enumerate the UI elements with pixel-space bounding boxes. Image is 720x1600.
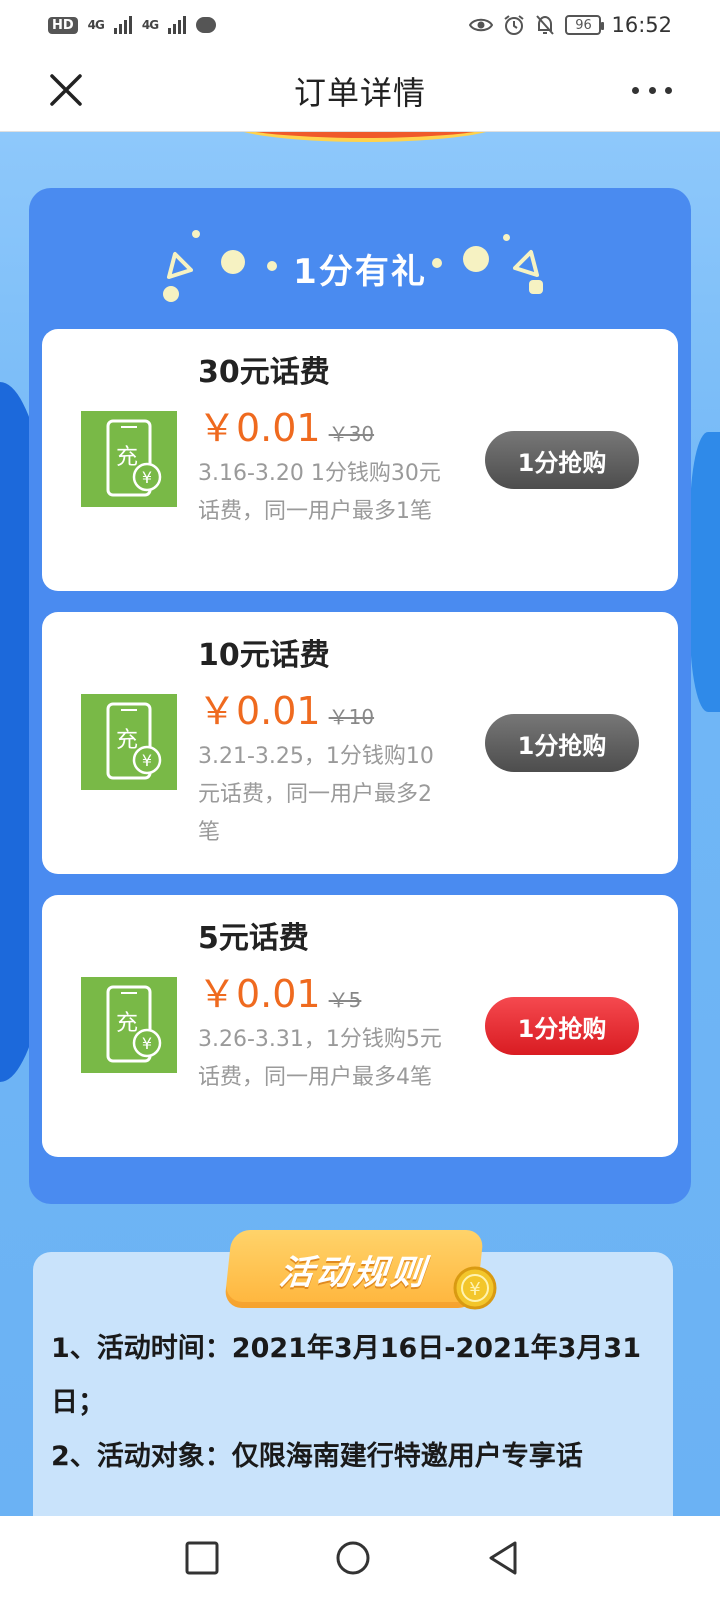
dot-decoration: [463, 246, 489, 272]
promo-panel: 1分有礼 ¥ 充 30元话费 ￥0.01 ￥30 3.16-3.20 1分钱购3…: [29, 188, 691, 1204]
signal-icon: [168, 16, 187, 34]
svg-text:充: 充: [116, 1011, 138, 1036]
home-icon[interactable]: [335, 1540, 371, 1576]
triangle-decoration-icon: [167, 252, 193, 279]
svg-text:¥: ¥: [142, 1034, 152, 1053]
clock: 16:52: [611, 13, 672, 37]
alarm-icon: [504, 15, 525, 35]
offer-original-price: ￥5: [328, 988, 362, 1012]
offer-price: ￥0.01: [198, 972, 321, 1016]
promo-title: 1分有礼: [293, 251, 427, 292]
svg-text:¥: ¥: [142, 751, 152, 770]
phone-recharge-icon: ¥ 充: [81, 694, 177, 790]
system-nav-bar: [0, 1516, 720, 1600]
more-icon[interactable]: [632, 78, 672, 102]
hd-icon: HD: [48, 16, 78, 34]
page-title: 订单详情: [293, 73, 426, 112]
svg-text:¥: ¥: [469, 1279, 480, 1300]
status-left: HD 4G 4G: [48, 16, 217, 34]
svg-text:充: 充: [116, 445, 138, 470]
offer-original-price: ￥30: [328, 422, 375, 446]
offer-card: ¥ 充 30元话费 ￥0.01 ￥30 3.16-3.20 1分钱购30元话费，…: [42, 329, 678, 591]
svg-text:充: 充: [116, 728, 138, 753]
back-icon[interactable]: [485, 1540, 521, 1576]
offer-card: ¥ 充 10元话费 ￥0.01 ￥10 3.21-3.25，1分钱购10元话费，…: [42, 612, 678, 874]
signal-label-2: 4G: [141, 18, 159, 32]
rule-line: 1、活动时间：2021年3月16日-2021年3月31日；: [51, 1333, 642, 1418]
status-right: 96 16:52: [469, 13, 672, 37]
triangle-decoration-icon: [513, 250, 539, 277]
signal-label-1: 4G: [87, 18, 105, 32]
signal-icon: [113, 16, 132, 34]
background-decoration: [690, 432, 720, 712]
offer-description: 3.21-3.25，1分钱购10元话费，同一用户最多2笔: [198, 744, 434, 845]
message-icon: [196, 17, 217, 33]
offer-price: ￥0.01: [198, 689, 321, 733]
buy-button[interactable]: 1分抢购: [485, 997, 639, 1055]
close-icon[interactable]: [46, 70, 86, 110]
dot-decoration: [221, 250, 245, 274]
rules-badge: 活动规则: [223, 1230, 485, 1308]
eye-icon: [469, 18, 494, 32]
offer-name: 10元话费: [198, 638, 330, 673]
offer-description: 3.26-3.31，1分钱购5元话费，同一用户最多4笔: [198, 1027, 442, 1090]
dot-decoration: [267, 261, 277, 271]
rules-text: 1、活动时间：2021年3月16日-2021年3月31日； 2、活动对象：仅限海…: [51, 1322, 661, 1484]
battery-icon: 96: [565, 15, 605, 35]
buy-button[interactable]: 1分抢购: [485, 431, 639, 489]
main-content[interactable]: 1分有礼 ¥ 充 30元话费 ￥0.01 ￥30 3.16-3.20 1分钱购3…: [0, 132, 720, 1516]
banner-edge: [225, 132, 505, 142]
offer-price-row: ￥0.01 ￥30: [198, 397, 374, 452]
rules-badge-label: 活动规则: [277, 1252, 430, 1293]
dot-decoration: [163, 286, 179, 302]
offer-name: 5元话费: [198, 921, 309, 956]
offer-price-row: ￥0.01 ￥10: [198, 680, 374, 735]
dot-decoration: [192, 230, 200, 238]
nav-bar: 订单详情: [0, 50, 720, 132]
rule-line: 2、活动对象：仅限海南建行特邀用户专享话: [51, 1441, 583, 1472]
svg-text:¥: ¥: [142, 468, 152, 487]
offer-original-price: ￥10: [328, 705, 375, 729]
coin-icon: ¥: [453, 1266, 497, 1310]
offer-price: ￥0.01: [198, 406, 321, 450]
status-bar: HD 4G 4G 96 16:52: [0, 0, 720, 50]
buy-button[interactable]: 1分抢购: [485, 714, 639, 772]
dot-decoration: [529, 280, 543, 294]
offer-name: 30元话费: [198, 355, 330, 390]
offer-price-row: ￥0.01 ￥5: [198, 963, 361, 1018]
offer-card: ¥ 充 5元话费 ￥0.01 ￥5 3.26-3.31，1分钱购5元话费，同一用…: [42, 895, 678, 1157]
phone-recharge-icon: ¥ 充: [81, 977, 177, 1073]
rules-panel: 活动规则 ¥ 1、活动时间：2021年3月16日-2021年3月31日； 2、活…: [33, 1230, 673, 1516]
recent-apps-icon[interactable]: [184, 1540, 220, 1576]
mute-icon: [536, 15, 555, 35]
dot-decoration: [503, 234, 510, 241]
dot-decoration: [432, 258, 442, 268]
phone-recharge-icon: ¥ 充: [81, 411, 177, 507]
offer-description: 3.16-3.20 1分钱购30元话费，同一用户最多1笔: [198, 461, 441, 524]
promo-header: 1分有礼: [29, 238, 691, 298]
